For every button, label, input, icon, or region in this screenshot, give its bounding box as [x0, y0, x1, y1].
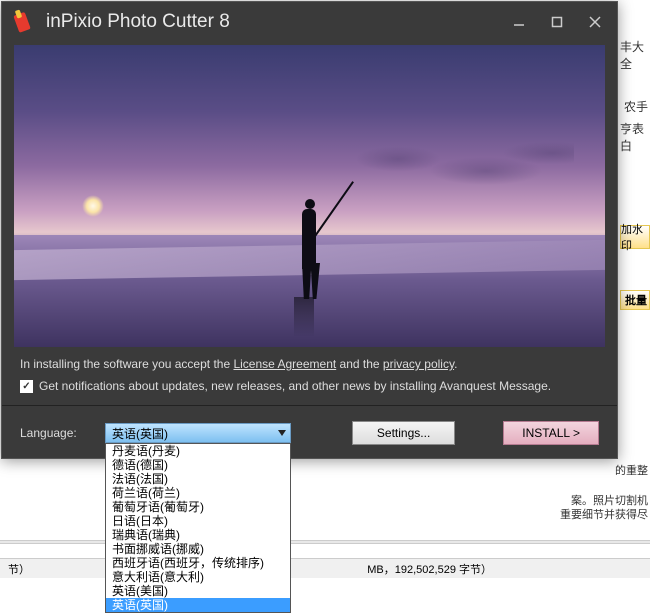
- license-agreement-text: In installing the software you accept th…: [2, 347, 617, 375]
- installer-window: inPixio Photo Cutter 8 In installing the: [1, 1, 618, 459]
- language-option[interactable]: 荷兰语(荷兰): [106, 486, 290, 500]
- language-dropdown-list[interactable]: 丹麦语(丹麦)德语(德国)法语(法国)荷兰语(荷兰)葡萄牙语(葡萄牙)日语(日本…: [105, 443, 291, 613]
- hero-image: [14, 45, 605, 347]
- app-logo-icon: [10, 9, 36, 35]
- language-dropdown-selected[interactable]: 英语(英国): [105, 423, 291, 443]
- language-label: Language:: [20, 426, 95, 440]
- language-option[interactable]: 丹麦语(丹麦): [106, 444, 290, 458]
- language-option[interactable]: 法语(法国): [106, 472, 290, 486]
- language-option[interactable]: 英语(美国): [106, 584, 290, 598]
- bg-text: 的重整: [615, 462, 648, 478]
- notifications-checkbox[interactable]: ✓: [20, 380, 33, 393]
- close-button[interactable]: [581, 8, 609, 36]
- status-bar: 节） MB，192,502,529 字节）: [0, 558, 650, 578]
- language-option[interactable]: 瑞典语(瑞典): [106, 528, 290, 542]
- bg-button-watermark[interactable]: 加水印: [620, 225, 650, 249]
- background-sidebar-text: 丰大全 农手 亨表白: [620, 30, 650, 210]
- language-option[interactable]: 英语(英国): [106, 598, 290, 612]
- bg-text: 重要细节并获得尽: [560, 506, 648, 522]
- language-option[interactable]: 德语(德国): [106, 458, 290, 472]
- settings-button[interactable]: Settings...: [352, 421, 455, 445]
- maximize-button[interactable]: [543, 8, 571, 36]
- window-title: inPixio Photo Cutter 8: [46, 11, 505, 33]
- language-option[interactable]: 书面挪威语(挪威): [106, 542, 290, 556]
- install-button[interactable]: INSTALL >: [503, 421, 599, 445]
- language-option[interactable]: 意大利语(意大利): [106, 570, 290, 584]
- language-option[interactable]: 日语(日本): [106, 514, 290, 528]
- language-option[interactable]: 西班牙语(西班牙，传统排序): [106, 556, 290, 570]
- license-agreement-link[interactable]: License Agreement: [233, 357, 336, 371]
- privacy-policy-link[interactable]: privacy policy: [383, 357, 454, 371]
- language-option[interactable]: 葡萄牙语(葡萄牙): [106, 500, 290, 514]
- titlebar: inPixio Photo Cutter 8: [2, 2, 617, 42]
- bg-button-batch[interactable]: 批量: [620, 290, 650, 310]
- minimize-button[interactable]: [505, 8, 533, 36]
- language-dropdown[interactable]: 英语(英国) 丹麦语(丹麦)德语(德国)法语(法国)荷兰语(荷兰)葡萄牙语(葡萄…: [105, 423, 291, 443]
- notifications-label: Get notifications about updates, new rel…: [39, 379, 551, 393]
